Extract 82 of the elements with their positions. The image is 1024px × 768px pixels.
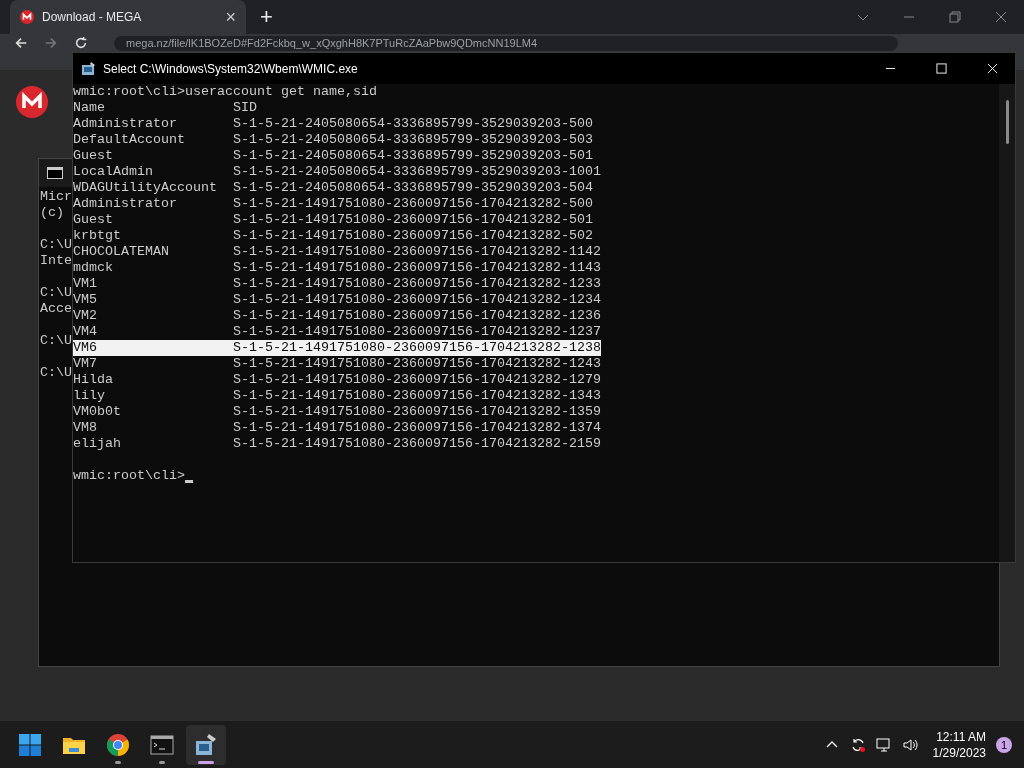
account-name: VM4 (73, 324, 98, 340)
terminal-icon (150, 732, 174, 757)
clock-date: 1/29/2023 (932, 744, 986, 761)
account-name: Hilda (73, 372, 114, 388)
account-sid: S-1-5-21-1491751080-2360097156-1704213282-2159 (233, 436, 601, 452)
account-name: WDAGUtilityAccount (73, 180, 218, 196)
restore-icon[interactable] (949, 11, 961, 23)
forward-icon[interactable] (44, 36, 58, 50)
account-sid: S-1-5-21-1491751080-2360097156-1704213282-1374 (233, 420, 601, 436)
account-name: Administrator (73, 116, 178, 132)
account-sid: S-1-5-21-1491751080-2360097156-1704213282-500 (233, 196, 593, 212)
account-sid: S-1-5-21-1491751080-2360097156-1704213282-1359 (233, 404, 601, 420)
account-sid: S-1-5-21-2405080654-3336895799-3529039203-1001 (233, 164, 601, 180)
new-tab-button[interactable]: + (260, 4, 273, 30)
account-sid: S-1-5-21-1491751080-2360097156-1704213282-1238 (233, 340, 601, 356)
prompt: wmic:root\cli> (73, 468, 185, 484)
clock-time: 12:11 AM (936, 728, 986, 745)
account-name: VM0b0t (73, 404, 122, 420)
console-text: C:\U (40, 237, 72, 253)
console-text: Inte (40, 253, 72, 269)
account-sid: S-1-5-21-1491751080-2360097156-1704213282-1343 (233, 388, 601, 404)
account-name: VM6 (73, 340, 233, 356)
account-name: VM1 (73, 276, 98, 292)
account-sid: S-1-5-21-1491751080-2360097156-1704213282-1243 (233, 356, 601, 372)
console-text: Micr (40, 189, 72, 205)
account-sid: S-1-5-21-1491751080-2360097156-1704213282-501 (233, 212, 593, 228)
clock[interactable]: 12:11 AM 1/29/2023 (932, 728, 986, 761)
reload-icon[interactable] (74, 36, 88, 50)
account-sid: S-1-5-21-1491751080-2360097156-1704213282-1143 (233, 260, 601, 276)
chrome-logo-icon (106, 732, 130, 757)
account-sid: S-1-5-21-1491751080-2360097156-1704213282-1234 (233, 292, 601, 308)
account-sid: S-1-5-21-1491751080-2360097156-1704213282-1279 (233, 372, 601, 388)
wmic-app-icon (81, 60, 97, 77)
column-header: Name (73, 100, 106, 116)
browser-tab[interactable]: Download - MEGA × (10, 0, 246, 34)
account-sid: S-1-5-21-2405080654-3336895799-3529039203-501 (233, 148, 593, 164)
address-bar[interactable]: mega.nz/file/lK1BOZeD#Fd2Fckbq_w_xQxghH8K7PTuRcZAaPbw9QDmcNN19LM4 (114, 36, 898, 51)
account-sid: S-1-5-21-1491751080-2360097156-1704213282-1142 (233, 244, 601, 260)
command-line: wmic:root\cli>useraccount get name,sid (73, 84, 377, 100)
account-sid: S-1-5-21-1491751080-2360097156-1704213282-1233 (233, 276, 601, 292)
account-name: Guest (73, 148, 114, 164)
notification-badge[interactable]: 1 (996, 736, 1012, 753)
account-name: DefaultAccount (73, 132, 186, 148)
volume-icon[interactable] (901, 736, 918, 753)
mega-logo-icon (16, 86, 48, 118)
network-icon[interactable] (875, 736, 892, 753)
account-name: Guest (73, 212, 114, 228)
account-name: CHOCOLATEMAN (73, 244, 170, 260)
account-name: lily (73, 388, 106, 404)
window-title: Select C:\Windows\System32\Wbem\WMIC.exe (103, 61, 358, 76)
account-sid: S-1-5-21-2405080654-3336895799-3529039203-500 (233, 116, 593, 132)
account-sid: S-1-5-21-1491751080-2360097156-1704213282-502 (233, 228, 593, 244)
tab-title: Download - MEGA (42, 10, 143, 24)
account-name: mdmck (73, 260, 114, 276)
account-name: VM7 (73, 356, 98, 372)
maximize-icon[interactable] (936, 63, 947, 74)
account-name: Administrator (73, 196, 178, 212)
column-header: SID (233, 100, 257, 116)
scrollbar[interactable] (999, 84, 1015, 562)
account-name: VM2 (73, 308, 98, 324)
terminal-icon (47, 167, 63, 179)
account-sid: S-1-5-21-1491751080-2360097156-1704213282-1236 (233, 308, 601, 324)
console-text: C:\U (40, 365, 72, 381)
wmic-app-icon (194, 732, 218, 757)
account-name: krbtgt (73, 228, 122, 244)
account-name: VM5 (73, 292, 98, 308)
account-name: elijah (73, 436, 122, 452)
windows-logo-icon (18, 732, 42, 757)
account-name: LocalAdmin (73, 164, 154, 180)
mega-logo-icon (20, 10, 34, 24)
back-icon[interactable] (14, 36, 28, 50)
tab-close-button[interactable]: × (225, 8, 236, 26)
account-sid: S-1-5-21-2405080654-3336895799-3529039203-504 (233, 180, 593, 196)
text-cursor (185, 480, 193, 483)
account-sid: S-1-5-21-1491751080-2360097156-1704213282-1237 (233, 324, 601, 340)
account-name: VM8 (73, 420, 98, 436)
console-text: (c) (40, 205, 64, 221)
console-text: C:\U (40, 285, 72, 301)
wmic-taskbar-button[interactable] (186, 724, 226, 765)
account-sid: S-1-5-21-2405080654-3336895799-3529039203-503 (233, 132, 593, 148)
console-text: C:\U (40, 333, 72, 349)
console-text: Acce (40, 301, 72, 317)
